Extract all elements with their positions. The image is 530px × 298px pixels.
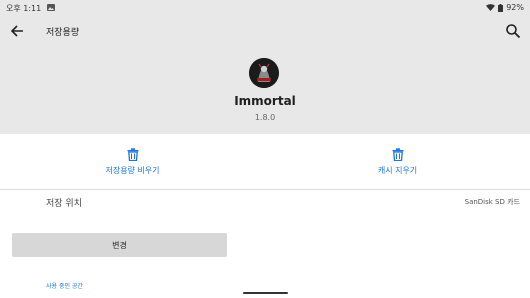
status-right: 92% [486, 3, 524, 12]
trash-icon [127, 148, 138, 161]
status-time: 오후 1:11 [6, 4, 42, 13]
navigation-handle[interactable] [243, 292, 288, 294]
app-icon [249, 58, 279, 88]
battery-level: 92% [506, 3, 524, 12]
divider [0, 189, 530, 190]
wifi-icon [486, 4, 496, 11]
space-used-label: 사용 중인 공간 [46, 283, 83, 290]
app-version: 1.8.0 [254, 113, 276, 122]
back-arrow-icon[interactable] [9, 23, 25, 39]
clear-storage-button[interactable]: 저장용량 비우기 [0, 134, 265, 186]
change-button[interactable]: 변경 [12, 233, 227, 257]
storage-location-label: 저장 위치 [46, 199, 82, 209]
storage-location-value: SanDisk SD 카드 [464, 198, 520, 206]
image-notification-icon [47, 4, 55, 11]
battery-icon [498, 3, 504, 12]
app-header: Immortal 1.8.0 [0, 46, 530, 134]
clear-storage-label: 저장용량 비우기 [105, 166, 160, 175]
clear-cache-label: 캐시 지우기 [377, 166, 418, 175]
toolbar: 저장용량 [0, 16, 530, 46]
page-title: 저장용량 [46, 28, 80, 38]
clear-cache-button[interactable]: 캐시 지우기 [265, 134, 530, 186]
search-icon[interactable] [505, 23, 521, 39]
app-name: Immortal [234, 94, 296, 108]
trash-icon [392, 148, 403, 161]
status-bar: 오후 1:11 92% [0, 0, 530, 16]
